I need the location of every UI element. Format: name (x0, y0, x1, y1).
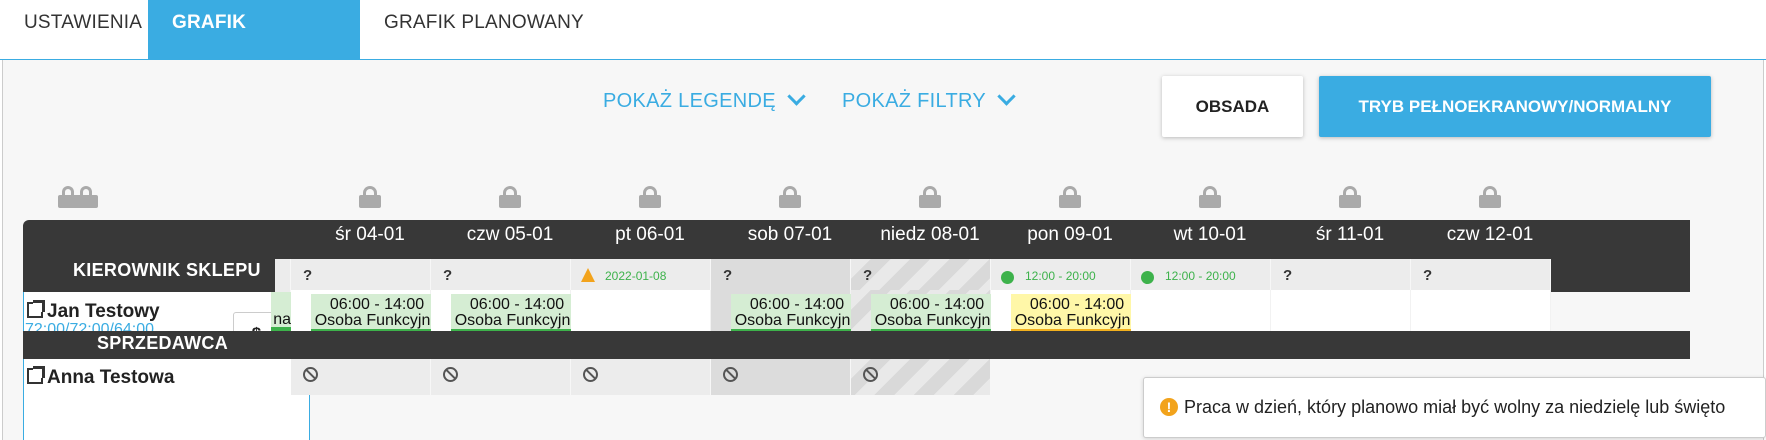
day-cell-top[interactable] (291, 359, 431, 395)
day-cell[interactable] (571, 290, 711, 334)
day-cell[interactable]: 06:00 - 14:00 Osoba Funkcyjna (711, 290, 863, 334)
lock-all-icon[interactable] (58, 186, 98, 208)
warning-icon: ! (1160, 398, 1178, 416)
lock-icon[interactable] (1339, 186, 1361, 208)
day-cell[interactable] (1271, 290, 1411, 334)
employee-name[interactable]: Jan Testowy (27, 300, 160, 323)
day-cell[interactable] (1411, 290, 1551, 334)
day-cell-top[interactable] (851, 359, 991, 395)
shift-block[interactable]: 06:00 - 14:00 Osoba Funkcyjna (451, 294, 583, 334)
status-dot-icon (1001, 271, 1014, 284)
section-title-sprzedawca: SPRZEDAWCA (97, 333, 229, 353)
lock-icon[interactable] (1479, 186, 1501, 208)
day-cell-top[interactable] (571, 359, 711, 395)
top-tabs: USTAWIENIA GRAFIK WYKONANY GRAFIK PLANOW… (0, 0, 1766, 79)
tooltip-text: Praca w dzień, który planowo miał być wo… (1184, 397, 1726, 417)
warning-tooltip: ! Praca w dzień, który planowo miał być w… (1143, 377, 1766, 438)
day-cell[interactable]: 06:00 - 14:00 Osoba Funkcyjna (291, 290, 443, 334)
shift-block[interactable]: 06:00 - 14:00 Osoba Funkcyjna (731, 294, 863, 334)
unavailable-icon (303, 367, 318, 382)
day-cell-top[interactable] (431, 359, 571, 395)
fullscreen-toggle-button[interactable]: TRYB PEŁNOEKRANOWY/NORMALNY (1319, 76, 1711, 137)
lock-icon[interactable] (919, 186, 941, 208)
day-cell[interactable]: 06:00 - 14:00 Osoba Funkcyjna (431, 290, 583, 334)
lock-icon[interactable] (1199, 186, 1221, 208)
day-header: niedz 08-01 (880, 224, 980, 245)
day-header: wt 10-01 (1173, 224, 1247, 245)
obsada-button[interactable]: OBSADA (1162, 76, 1303, 137)
unavailable-icon (863, 367, 878, 382)
day-header: czw 12-01 (1446, 224, 1534, 245)
section-title-kierownik: KIEROWNIK SKLEPU (73, 260, 261, 280)
day-header: sob 07-01 (747, 224, 833, 245)
tab-ustawienia[interactable]: USTAWIENIA (0, 0, 166, 60)
status-dot-icon (1141, 271, 1154, 284)
shift-block[interactable]: na (271, 292, 291, 332)
tab-grafik-wykonany[interactable]: GRAFIK WYKONANY (148, 0, 360, 79)
day-header: pon 09-01 (1027, 224, 1113, 245)
day-cell[interactable]: 06:00 - 14:00 Osoba Funkcyjna (991, 290, 1143, 334)
show-legend-label: POKAŻ LEGENDĘ (603, 90, 776, 112)
unavailable-icon (583, 367, 598, 382)
day-header: śr 11-01 (1315, 224, 1385, 245)
chevron-down-icon (787, 87, 806, 106)
unavailable-icon (723, 367, 738, 382)
lock-icon[interactable] (639, 186, 661, 208)
shift-block[interactable]: 06:00 - 14:00 Osoba Funkcyjna (871, 294, 1003, 334)
external-link-icon[interactable] (27, 300, 45, 318)
section-bar (23, 331, 1690, 359)
day-header: śr 04-01 (335, 224, 405, 245)
day-cell-top[interactable] (711, 359, 851, 395)
shift-block-highlight[interactable]: 06:00 - 14:00 Osoba Funkcyjna (1011, 294, 1143, 334)
external-link-icon[interactable] (27, 366, 45, 384)
show-filters-toggle[interactable]: POKAŻ FILTRY (842, 87, 1016, 113)
warning-date: 2022-01-08 (605, 269, 667, 283)
chevron-down-icon (997, 87, 1016, 106)
unavailable-icon (443, 367, 458, 382)
lock-icon[interactable] (1059, 186, 1081, 208)
show-filters-label: POKAŻ FILTRY (842, 90, 987, 112)
day-cell[interactable] (1131, 290, 1271, 334)
lock-icon[interactable] (499, 186, 521, 208)
show-legend-toggle[interactable]: POKAŻ LEGENDĘ (603, 87, 806, 113)
day-cell[interactable]: 06:00 - 14:00 Osoba Funkcyjna (851, 290, 1003, 334)
lock-icon[interactable] (359, 186, 381, 208)
day-header: czw 05-01 (466, 224, 554, 245)
shift-block[interactable]: 06:00 - 14:00 Osoba Funkcyjna (311, 294, 443, 334)
lock-icon[interactable] (779, 186, 801, 208)
employee-name[interactable]: Anna Testowa (27, 366, 174, 389)
day-header: pt 06-01 (615, 224, 685, 245)
tab-grafik-planowany[interactable]: GRAFIK PLANOWANY (360, 0, 608, 60)
warning-icon (581, 268, 595, 282)
